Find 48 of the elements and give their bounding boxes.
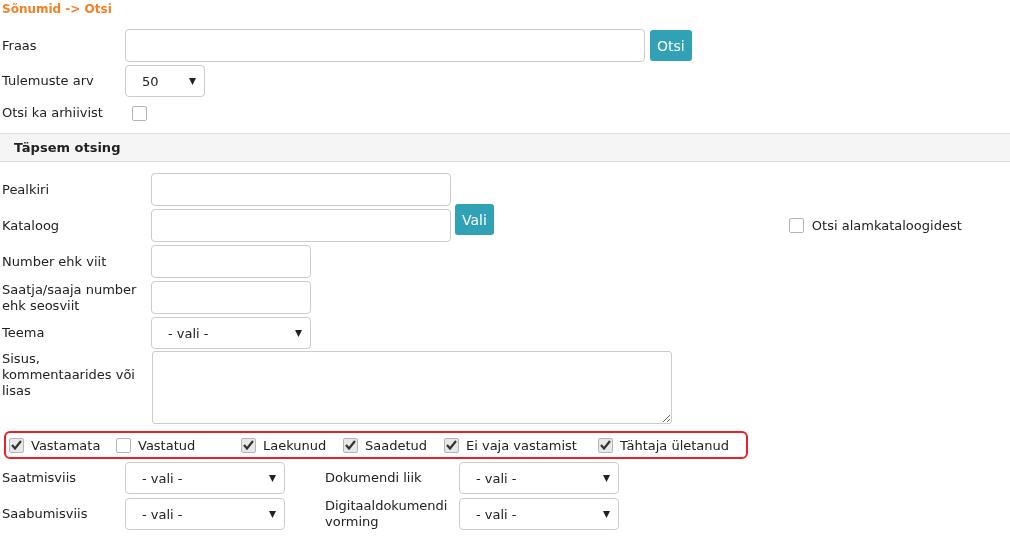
field-label: Dokumendi liik <box>325 470 423 486</box>
dropdown[interactable]: - vali - <box>151 317 311 349</box>
field-label: Pealkiri <box>2 181 51 198</box>
caret-icon <box>269 510 276 518</box>
dropdown[interactable]: - vali - <box>459 498 619 530</box>
caret-icon <box>603 474 610 482</box>
checkbox[interactable] <box>343 437 358 453</box>
field-label: Saabumisviis <box>2 506 89 522</box>
text-area[interactable] <box>152 351 672 424</box>
caret-icon <box>603 510 610 518</box>
text-field[interactable] <box>151 173 451 206</box>
field-label: Saatja/saaja number ehk seosviit <box>2 281 138 314</box>
dropdown[interactable]: - vali - <box>125 498 285 530</box>
caret-icon <box>295 329 302 337</box>
field-label: Kataloog <box>2 218 61 234</box>
checkbox-label: Vastamata <box>31 437 101 453</box>
text-field[interactable] <box>151 209 451 242</box>
caret-icon <box>269 474 276 482</box>
dropdown[interactable]: - vali - <box>125 462 285 494</box>
checkbox-label: Otsi ka arhiivist <box>2 105 104 121</box>
field-label: Number ehk viit <box>2 253 108 270</box>
checkbox-label: Saadetud <box>365 437 428 453</box>
field-label: Fraas <box>2 37 38 54</box>
checkbox[interactable] <box>788 218 804 233</box>
checkbox[interactable] <box>241 437 256 453</box>
field-label: Sisus, kommentaarides või lisas <box>2 351 136 399</box>
caret-icon <box>189 77 196 85</box>
checkbox-label: Ei vaja vastamist <box>466 437 577 453</box>
field-label: Teema <box>2 325 46 341</box>
field-label: Digitaaldokumendi vorming <box>325 498 449 530</box>
dropdown[interactable]: - vali - <box>459 462 619 494</box>
field-label: Saatmisviis <box>2 470 78 486</box>
checkbox[interactable] <box>9 437 24 453</box>
checkbox[interactable] <box>444 437 459 453</box>
dropdown[interactable]: 50 <box>125 65 205 97</box>
checkbox-label: Tähtaja ületanud <box>620 437 730 453</box>
field-label: Tulemuste arv <box>2 73 95 89</box>
checkbox[interactable] <box>132 105 147 121</box>
checkbox-label: Laekunud <box>263 437 327 453</box>
search-field[interactable] <box>125 29 645 62</box>
checkbox-label: Otsi alamkataloogidest <box>811 218 962 233</box>
checkbox[interactable] <box>598 437 613 453</box>
section-title: Täpsem otsing <box>14 140 121 155</box>
checkbox[interactable] <box>116 437 131 453</box>
checkbox-label: Vastatud <box>138 437 196 453</box>
text-field[interactable] <box>151 281 311 314</box>
breadcrumb: Sõnumid -> Otsi <box>2 2 113 18</box>
text-field[interactable] <box>151 245 311 278</box>
